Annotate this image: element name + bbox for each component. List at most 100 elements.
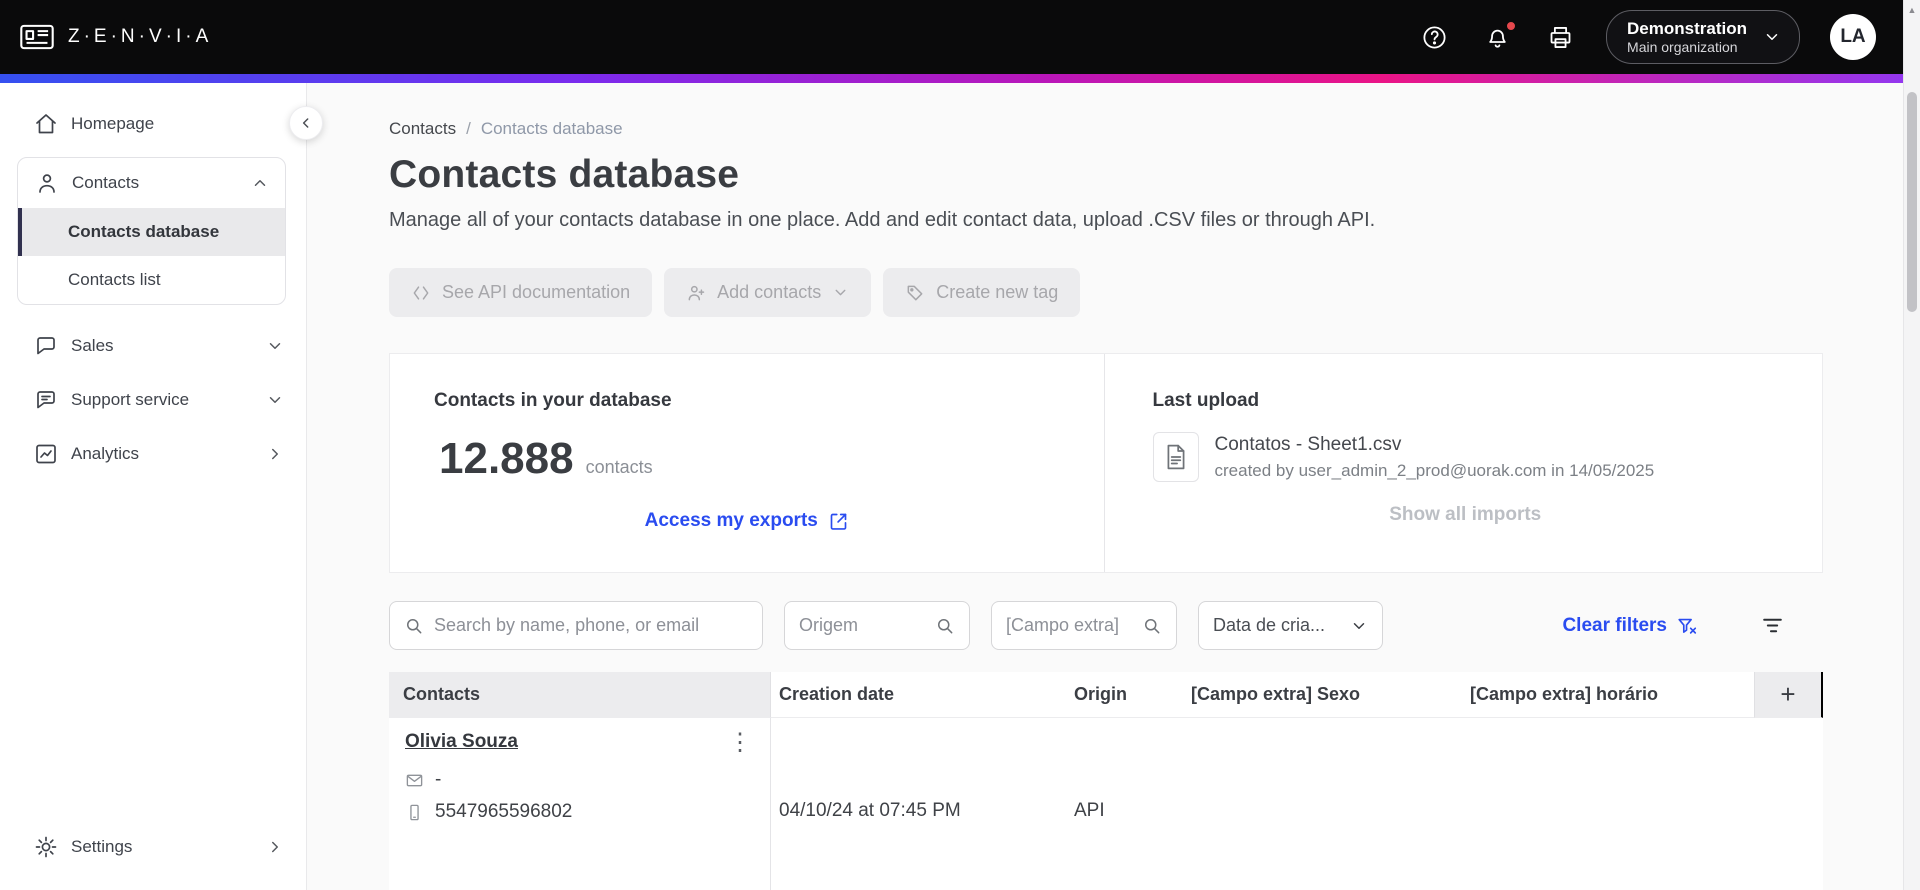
sidebar-item-label: Homepage: [71, 114, 155, 133]
last-upload-title: Last upload: [1152, 390, 1260, 411]
column-header-origin: Origin: [1066, 672, 1183, 718]
sidebar-item-label: Support service: [71, 390, 190, 409]
origin-filter-input[interactable]: [799, 615, 925, 636]
contact-phone: 5547965596802: [435, 801, 573, 822]
clear-filters-button[interactable]: Clear filters: [1562, 615, 1698, 637]
page-title: Contacts database: [389, 153, 740, 196]
contacts-count-row: 12.888 contacts: [434, 434, 1060, 484]
button-label: Add contacts: [717, 282, 822, 302]
filter-lines-icon: [1760, 613, 1785, 638]
upload-file-name: Contatos - Sheet1.csv: [1214, 433, 1402, 455]
main-content: Contacts / Contacts database Contacts da…: [307, 83, 1920, 890]
topbar: Z·E·N·V·I·A Demonstration Main organizat…: [0, 0, 1920, 74]
search-box[interactable]: [389, 601, 763, 650]
sidebar: Homepage Contacts Contacts database Cont…: [0, 83, 323, 890]
search-icon: [1142, 616, 1162, 636]
notifications-button[interactable]: [1478, 18, 1518, 57]
advanced-filters-button[interactable]: [1756, 609, 1789, 642]
contacts-count-unit: contacts: [585, 457, 653, 477]
search-input[interactable]: [434, 615, 748, 636]
creation-date-filter-label: Data de cria...: [1213, 615, 1326, 635]
organization-switcher[interactable]: Demonstration Main organization: [1606, 9, 1800, 65]
see-api-documentation-button[interactable]: See API documentation: [389, 268, 653, 317]
column-header-campo-extra-horario: [Campo extra] horário: [1462, 672, 1754, 718]
contacts-table: Contacts Creation date Origin [Campo ext…: [389, 672, 1823, 890]
mobile-icon: [405, 803, 424, 822]
show-all-imports-button[interactable]: Show all imports: [1389, 504, 1541, 526]
person-add-icon: [686, 283, 706, 303]
chevron-down-icon: [832, 284, 849, 301]
sidebar-item-analytics[interactable]: Analytics: [0, 427, 306, 481]
sidebar-item-label: Contacts list: [68, 270, 161, 289]
chevron-down-icon: [1763, 28, 1781, 46]
kebab-menu-icon[interactable]: ⋮: [728, 731, 752, 755]
help-icon: [1421, 24, 1448, 51]
upload-file-meta: created by user_admin_2_prod@uorak.com i…: [1214, 460, 1655, 480]
contact-origin: API: [1074, 800, 1105, 821]
last-upload-card: Last upload Contatos - Sheet1.csv create…: [1103, 354, 1823, 572]
stats-panel: Contacts in your database 12.888 contact…: [389, 353, 1823, 573]
brand-name: Z·E·N·V·I·A: [68, 26, 213, 47]
sidebar-item-contacts[interactable]: Contacts: [18, 158, 285, 208]
scrollbar-up-arrow[interactable]: ▲: [1904, 0, 1920, 15]
breadcrumb-contacts[interactable]: Contacts: [389, 119, 456, 139]
add-column-button[interactable]: +: [1754, 672, 1823, 718]
search-icon: [935, 616, 955, 636]
avatar[interactable]: LA: [1830, 14, 1876, 60]
create-new-tag-button[interactable]: Create new tag: [883, 268, 1081, 317]
gear-icon: [34, 835, 58, 859]
contacts-count-title: Contacts in your database: [434, 390, 672, 411]
sidebar-item-support-service[interactable]: Support service: [0, 373, 306, 427]
contact-name-link[interactable]: Olivia Souza: [405, 731, 518, 753]
sidebar-item-settings[interactable]: Settings: [0, 820, 306, 874]
org-name: Demonstration: [1627, 18, 1747, 38]
breadcrumb-separator: /: [466, 119, 471, 138]
breadcrumb-current: Contacts database: [480, 119, 623, 138]
add-contacts-button[interactable]: Add contacts: [664, 268, 872, 317]
button-label: See API documentation: [442, 282, 631, 302]
sidebar-item-label: Contacts: [72, 173, 140, 192]
contact-horario-cell: [1462, 718, 1754, 890]
zenvia-logo-icon: [18, 20, 56, 54]
email-icon: [405, 771, 424, 790]
chat-icon: [34, 334, 58, 358]
sidebar-item-homepage[interactable]: Homepage: [0, 97, 306, 151]
support-chat-icon: [34, 388, 58, 412]
printer-icon: [1547, 24, 1574, 51]
sidebar-item-contacts-database[interactable]: Contacts database: [18, 208, 285, 256]
sidebar-item-label: Sales: [71, 336, 114, 355]
contact-cell: Olivia Souza ⋮ - 5547965596802: [389, 718, 771, 890]
link-label: Clear filters: [1562, 614, 1667, 636]
origin-filter-box[interactable]: [784, 601, 970, 650]
sidebar-collapse-button[interactable]: [289, 106, 323, 140]
chevron-right-icon: [266, 445, 284, 463]
page-subtitle: Manage all of your contacts database in …: [389, 209, 1376, 231]
file-icon: [1152, 432, 1199, 482]
table-row: Olivia Souza ⋮ - 5547965596802 04/10/24 …: [389, 718, 1823, 890]
contacts-count-card: Contacts in your database 12.888 contact…: [390, 354, 1104, 572]
sidebar-item-sales[interactable]: Sales: [0, 319, 306, 373]
extra-field-filter-box[interactable]: [991, 601, 1177, 650]
chevron-right-icon: [266, 838, 284, 856]
access-my-exports-link[interactable]: Access my exports: [645, 510, 849, 532]
column-header-contacts: Contacts: [389, 672, 771, 718]
contacts-count: 12.888: [439, 434, 574, 483]
chevron-left-icon: [298, 115, 314, 131]
brand: Z·E·N·V·I·A: [18, 20, 212, 54]
contact-creation-date: 04/10/24 at 07:45 PM: [779, 800, 961, 821]
sidebar-item-label: Analytics: [71, 444, 140, 463]
help-button[interactable]: [1415, 18, 1454, 57]
chevron-up-icon: [251, 174, 269, 192]
link-label: Access my exports: [644, 510, 818, 531]
scrollbar-thumb[interactable]: [1907, 92, 1917, 312]
creation-date-filter[interactable]: Data de cria...: [1198, 601, 1383, 650]
column-header-creation-date: Creation date: [771, 672, 1066, 718]
extra-field-filter-input[interactable]: [1006, 615, 1132, 636]
home-icon: [34, 112, 58, 136]
button-label: Create new tag: [936, 282, 1059, 302]
tag-icon: [905, 283, 925, 303]
print-button[interactable]: [1541, 18, 1580, 57]
sidebar-item-contacts-list[interactable]: Contacts list: [18, 256, 285, 304]
org-subtitle: Main organization: [1627, 38, 1738, 55]
clear-filter-icon: [1676, 615, 1698, 637]
